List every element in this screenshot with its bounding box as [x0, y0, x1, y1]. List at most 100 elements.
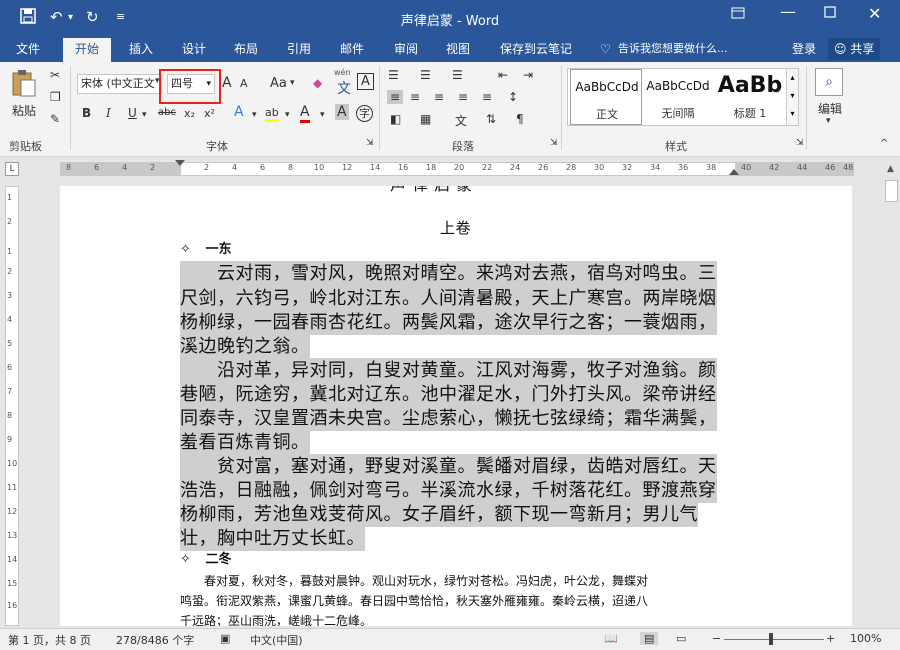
right-indent-marker[interactable] — [729, 169, 739, 175]
enclosed-char-button[interactable]: 字 — [356, 105, 373, 122]
phonetic-guide-char[interactable]: 文 — [337, 78, 351, 98]
dialog-launcher-icon[interactable]: ⇲ — [366, 138, 374, 148]
tell-me-input[interactable]: 告诉我您想要做什么... — [618, 40, 728, 62]
print-layout-icon[interactable]: ▤ — [640, 632, 659, 645]
scroll-up-icon[interactable]: ▲ — [887, 164, 894, 174]
bold-button[interactable]: B — [82, 106, 91, 120]
tab-insert[interactable]: 插入 — [129, 40, 153, 62]
page-count[interactable]: 第 1 页，共 8 页 — [8, 632, 91, 648]
zoom-slider-thumb[interactable] — [769, 633, 773, 645]
align-right-icon[interactable]: ≡ — [434, 90, 444, 104]
language-indicator[interactable]: 中文(中国) — [250, 632, 303, 648]
font-name-combo[interactable]: 宋体 (中文正文 — [77, 74, 162, 94]
style-normal[interactable]: AaBbCcDd 正文 — [570, 69, 642, 125]
chevron-down-icon[interactable]: ▾ — [285, 110, 290, 120]
underline-button[interactable]: U — [128, 106, 137, 120]
chevron-down-icon[interactable]: ▾ — [142, 110, 147, 120]
read-mode-icon[interactable]: 📖 — [604, 632, 618, 645]
tab-view[interactable]: 视图 — [446, 40, 470, 62]
multilevel-list-icon[interactable]: ☰ — [452, 68, 463, 82]
tab-mailings[interactable]: 邮件 — [340, 40, 364, 62]
tab-review[interactable]: 审阅 — [394, 40, 418, 62]
char-shading-button[interactable]: A — [335, 104, 349, 120]
align-center-icon[interactable]: ≡ — [410, 90, 420, 104]
zoom-level[interactable]: 100% — [850, 632, 881, 645]
paste-icon[interactable] — [10, 68, 38, 101]
clear-format-icon[interactable]: ◆ — [313, 76, 322, 90]
tab-cloud-notes[interactable]: 保存到云笔记 — [500, 40, 572, 62]
distributed-icon[interactable]: ≡ — [482, 90, 492, 104]
minimize-icon[interactable]: — — [780, 2, 796, 21]
shading-icon[interactable]: ◧ — [390, 112, 401, 126]
shrink-font-button[interactable]: A — [240, 77, 248, 90]
justify-icon[interactable]: ≡ — [458, 90, 468, 104]
editing-button[interactable]: 编辑 — [818, 100, 842, 117]
zoom-slider[interactable] — [724, 639, 824, 640]
text-line: 鸣蛩。衔泥双紫燕，课蜜几黄蜂。春日园中莺恰恰，秋天塞外雁雍雍。秦岭云横，迢递八 — [180, 594, 649, 608]
zoom-in-icon[interactable]: + — [826, 632, 835, 645]
copy-icon[interactable]: ❐ — [50, 90, 61, 104]
style-heading-1[interactable]: AaBb 标题 1 — [714, 69, 786, 125]
lightbulb-icon: ♡ — [600, 42, 611, 56]
decrease-indent-icon[interactable]: ⇤ — [498, 68, 508, 82]
tab-layout[interactable]: 布局 — [234, 40, 258, 62]
superscript-button[interactable]: x² — [204, 107, 215, 120]
collapse-ribbon-icon[interactable]: ^ — [880, 138, 888, 149]
web-layout-icon[interactable]: ▭ — [676, 632, 686, 645]
search-icon[interactable]: ⌕ — [815, 68, 843, 96]
maximize-icon[interactable] — [824, 6, 836, 22]
text-effect-button[interactable]: A — [234, 104, 244, 120]
dialog-launcher-icon[interactable]: ⇲ — [550, 138, 558, 148]
asian-layout-icon[interactable]: 文 — [455, 112, 467, 129]
dialog-launcher-icon[interactable]: ⇲ — [796, 138, 804, 148]
zoom-out-icon[interactable]: − — [712, 632, 721, 645]
ribbon-display-icon[interactable] — [731, 6, 745, 24]
subscript-button[interactable]: x₂ — [184, 107, 195, 120]
highlight-button[interactable]: ab — [265, 106, 279, 122]
bullets-icon[interactable]: ☰ — [388, 68, 399, 82]
chevron-down-icon[interactable]: ▾ — [252, 110, 257, 120]
vertical-ruler[interactable]: 1 2 1 2 3 4 5 6 7 8 9 10 11 12 13 14 15 … — [5, 186, 19, 626]
styles-scroll[interactable]: ▴ ▾ ▾ — [786, 69, 798, 125]
tab-file[interactable]: 文件 — [16, 40, 40, 62]
show-marks-icon[interactable]: ¶ — [516, 112, 524, 126]
chevron-down-icon[interactable]: ▾ — [826, 116, 831, 126]
tab-selector[interactable]: L — [5, 162, 19, 176]
chevron-up-icon[interactable]: ▴ — [787, 69, 798, 87]
close-icon[interactable]: ✕ — [868, 4, 881, 23]
numbering-icon[interactable]: ☰ — [420, 68, 431, 82]
italic-button[interactable]: I — [106, 106, 111, 120]
chevron-down-icon[interactable]: ▾ — [787, 87, 798, 105]
proofing-icon[interactable]: ▣ — [220, 632, 230, 645]
borders-icon[interactable]: ▦ — [420, 112, 431, 126]
format-painter-icon[interactable]: ✎ — [50, 112, 60, 126]
horizontal-ruler[interactable]: 8 6 4 2 2 4 6 8 10 12 14 16 18 20 22 24 … — [60, 160, 854, 176]
char-border-button[interactable]: A — [357, 73, 374, 90]
style-no-spacing[interactable]: AaBbCcDd 无间隔 — [642, 69, 714, 125]
word-count[interactable]: 278/8486 个字 — [116, 632, 194, 648]
paste-label[interactable]: 粘贴 — [12, 102, 36, 119]
increase-indent-icon[interactable]: ⇥ — [523, 68, 533, 82]
tab-home[interactable]: 开始 — [63, 38, 112, 62]
chevron-down-icon[interactable]: ▾ — [320, 110, 325, 120]
cut-icon[interactable]: ✂ — [50, 68, 60, 82]
phonetic-guide-label[interactable]: wén — [334, 68, 351, 77]
font-name-value: 宋体 (中文正文 — [81, 77, 155, 90]
tab-references[interactable]: 引用 — [287, 40, 311, 62]
tab-design[interactable]: 设计 — [182, 40, 206, 62]
strikethrough-button[interactable]: abc — [158, 107, 176, 118]
grow-font-button[interactable]: A — [222, 75, 232, 91]
share-button[interactable]: ☺ 共享 — [828, 38, 881, 60]
font-color-button[interactable]: A — [300, 104, 310, 123]
sort-icon[interactable]: ⇅ — [486, 112, 496, 126]
chevron-down-icon[interactable]: ▾ — [290, 78, 295, 88]
document-page[interactable]: 声 律 启 蒙 上卷 ✧ 一东 云对雨，雪对风，晚照对晴空。来鸿对去燕，宿鸟对鸣… — [60, 186, 852, 626]
more-styles-icon[interactable]: ▾ — [787, 105, 798, 123]
vertical-scrollbar[interactable]: ▲ — [883, 164, 900, 630]
align-left-icon[interactable]: ≡ — [387, 90, 404, 104]
indent-marker[interactable] — [175, 160, 185, 166]
line-spacing-icon[interactable]: ↕ — [508, 90, 518, 104]
signin-link[interactable]: 登录 — [792, 40, 816, 62]
scroll-thumb[interactable] — [885, 180, 898, 202]
change-case-button[interactable]: Aa — [270, 76, 287, 91]
